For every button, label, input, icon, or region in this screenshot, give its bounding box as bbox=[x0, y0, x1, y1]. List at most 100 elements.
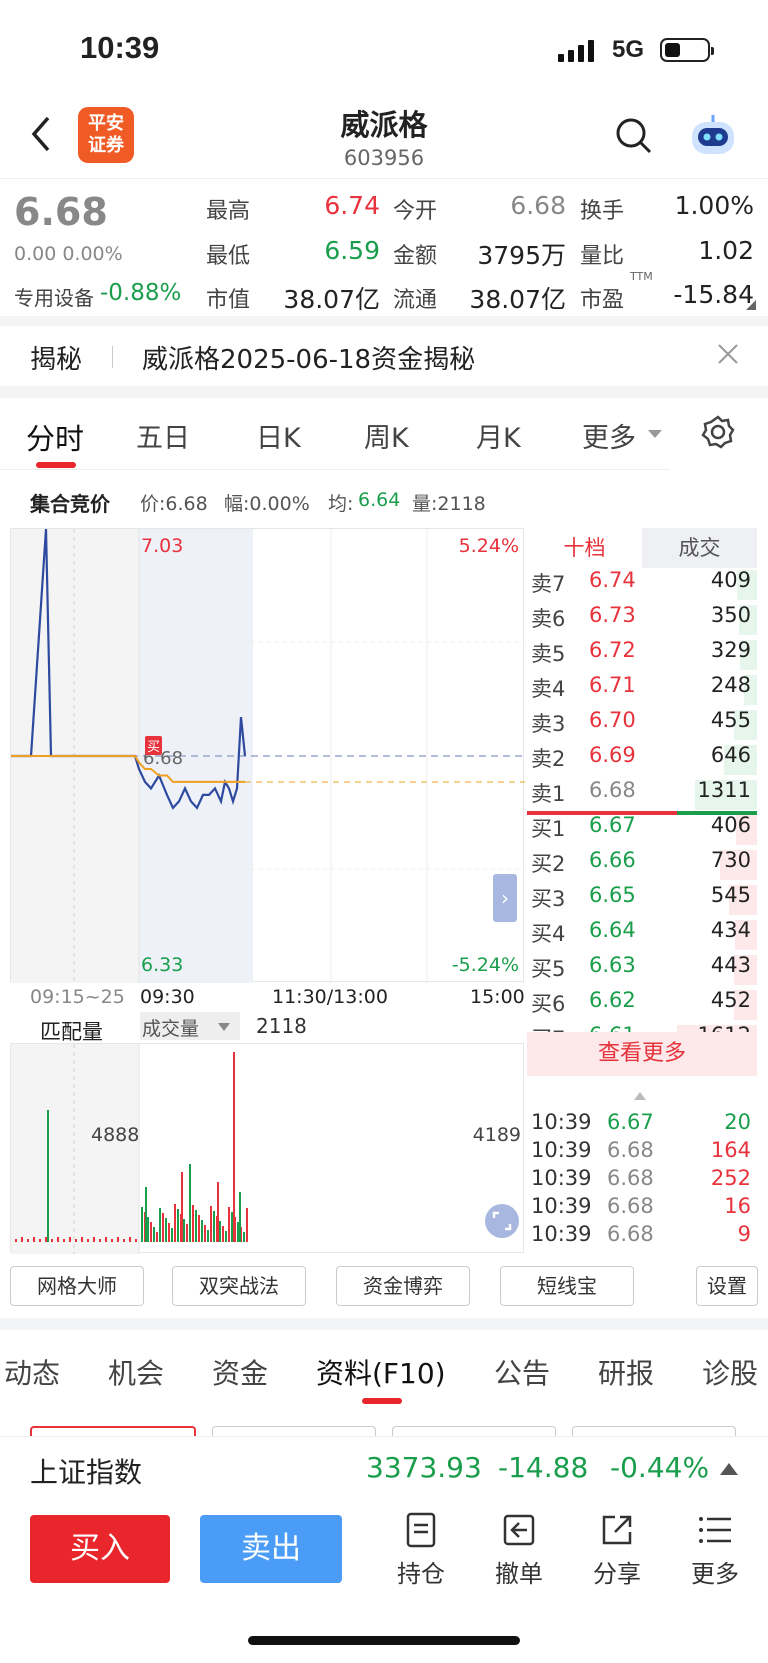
volume-bar bbox=[147, 1217, 149, 1242]
sell-button[interactable]: 卖出 bbox=[200, 1515, 342, 1583]
level-label: 买1 bbox=[531, 817, 566, 841]
status-bar: 10:39 5G bbox=[0, 0, 768, 100]
level-volume: 730 bbox=[710, 848, 751, 872]
volume-bar bbox=[129, 1237, 131, 1242]
index-ticker[interactable]: 上证指数 3373.93 -14.88 -0.44% bbox=[0, 1436, 768, 1500]
search-icon[interactable] bbox=[614, 116, 654, 156]
volume-bar bbox=[225, 1231, 227, 1242]
volume-bar bbox=[246, 1208, 248, 1242]
tool-short-line[interactable]: 短线宝 bbox=[500, 1266, 634, 1306]
signal-icon bbox=[558, 40, 598, 62]
trade-volume: 252 bbox=[710, 1166, 751, 1190]
level-volume: 409 bbox=[710, 568, 751, 592]
level-price: 6.67 bbox=[589, 813, 636, 837]
trade-time: 10:39 bbox=[531, 1138, 592, 1162]
caret-up-icon[interactable] bbox=[720, 1463, 738, 1475]
orderbook-row[interactable]: 买2 6.66 730 bbox=[527, 848, 757, 882]
holdings-button[interactable]: 持仓 bbox=[386, 1510, 456, 1589]
orderbook-row[interactable]: 买5 6.63 443 bbox=[527, 953, 757, 987]
level-volume: 452 bbox=[710, 988, 751, 1012]
tab-f10[interactable]: 资料(F10) bbox=[316, 1352, 446, 1392]
assistant-robot-icon[interactable] bbox=[688, 112, 738, 160]
close-icon[interactable] bbox=[716, 342, 740, 366]
auction-price: 价:6.68 bbox=[140, 493, 208, 515]
tab-five-day[interactable]: 五日 bbox=[136, 416, 190, 455]
tab-news[interactable]: 动态 bbox=[4, 1352, 60, 1392]
chart-tabs: 分时 五日 日K 周K 月K 更多 bbox=[0, 398, 768, 470]
orderbook-row[interactable]: 卖2 6.69 646 bbox=[527, 743, 757, 777]
network-type: 5G bbox=[612, 36, 645, 63]
settings-gear-icon[interactable] bbox=[700, 414, 736, 450]
fullscreen-icon[interactable] bbox=[485, 1204, 519, 1238]
level-volume: 1311 bbox=[697, 778, 751, 802]
tab-ten-levels[interactable]: 十档 bbox=[527, 528, 642, 568]
pct-high-label: 5.24% bbox=[458, 535, 519, 557]
buy-button[interactable]: 买入 bbox=[30, 1515, 170, 1583]
volume-selector[interactable]: 成交量 bbox=[140, 1012, 240, 1040]
level-price: 6.71 bbox=[589, 673, 636, 697]
tool-settings[interactable]: 设置 bbox=[696, 1266, 758, 1306]
view-more-button[interactable]: 查看更多 bbox=[527, 1032, 757, 1076]
volume-chart[interactable]: 4888 4189 bbox=[10, 1043, 524, 1254]
tab-monthly-k[interactable]: 月K bbox=[476, 416, 521, 455]
vol-right-label: 4189 bbox=[472, 1124, 521, 1146]
expand-arrow-button[interactable]: › bbox=[493, 874, 517, 922]
banner-tag: 揭秘 bbox=[30, 345, 83, 375]
intraday-chart[interactable]: 7.03 6.33 5.24% -5.24% 6.68 买 › bbox=[10, 528, 525, 983]
mktcap-value: 38.07亿 bbox=[283, 285, 380, 314]
match-volume-label: 匹配量 bbox=[40, 1020, 103, 1044]
current-price: 6.68 bbox=[14, 190, 108, 234]
tab-research[interactable]: 研报 bbox=[598, 1352, 654, 1392]
orderbook-row[interactable]: 买3 6.65 545 bbox=[527, 883, 757, 917]
tab-announcement[interactable]: 公告 bbox=[494, 1352, 550, 1392]
orderbook-row[interactable]: 卖5 6.72 329 bbox=[527, 638, 757, 672]
chevron-down-icon bbox=[648, 430, 662, 438]
info-banner[interactable]: 揭秘 威派格2025-06-18资金揭秘 bbox=[0, 326, 768, 386]
tab-diagnosis[interactable]: 诊股 bbox=[702, 1352, 758, 1392]
price-change: 0.00 0.00% bbox=[14, 243, 123, 265]
buy-marker: 买 bbox=[145, 736, 163, 755]
tab-funds[interactable]: 资金 bbox=[212, 1352, 268, 1392]
sector-label[interactable]: 专用设备 bbox=[14, 282, 94, 311]
volume-bar bbox=[181, 1172, 183, 1242]
trade-volume: 164 bbox=[710, 1138, 751, 1162]
expand-corner-icon[interactable] bbox=[746, 300, 756, 310]
tab-weekly-k[interactable]: 周K bbox=[364, 416, 409, 455]
orderbook-row[interactable]: 卖6 6.73 350 bbox=[527, 603, 757, 637]
orderbook-row[interactable]: 买1 6.67 406 bbox=[527, 813, 757, 847]
cancel-order-button[interactable]: 撤单 bbox=[484, 1510, 554, 1589]
trade-row: 10:39 6.68 164 bbox=[527, 1138, 757, 1166]
level-price: 6.62 bbox=[589, 988, 636, 1012]
volume-bar bbox=[150, 1222, 152, 1242]
orderbook-row[interactable]: 卖7 6.74 409 bbox=[527, 568, 757, 602]
orderbook-row[interactable]: 买4 6.64 434 bbox=[527, 918, 757, 952]
tab-daily-k[interactable]: 日K bbox=[256, 416, 301, 455]
tool-double-break[interactable]: 双突战法 bbox=[172, 1266, 306, 1306]
volume-bar bbox=[63, 1239, 65, 1242]
pe-label: 市盈 bbox=[580, 288, 625, 313]
orderbook-row[interactable]: 卖1 6.68 1311 bbox=[527, 778, 757, 812]
level-volume: 545 bbox=[710, 883, 751, 907]
trade-volume: 9 bbox=[737, 1222, 751, 1246]
orderbook-row[interactable]: 买6 6.62 452 bbox=[527, 988, 757, 1022]
tab-intraday[interactable]: 分时 bbox=[26, 416, 84, 458]
tool-fund-game[interactable]: 资金博弈 bbox=[336, 1266, 470, 1306]
share-button[interactable]: 分享 bbox=[582, 1510, 652, 1589]
tab-opportunity[interactable]: 机会 bbox=[108, 1352, 164, 1392]
tab-more[interactable]: 更多 bbox=[582, 416, 636, 455]
orderbook-row[interactable]: 卖3 6.70 455 bbox=[527, 708, 757, 742]
tool-grid-master[interactable]: 网格大师 bbox=[10, 1266, 144, 1306]
auction-vol: 量:2118 bbox=[412, 493, 486, 515]
more-button[interactable]: 更多 bbox=[680, 1510, 750, 1589]
tab-trades[interactable]: 成交 bbox=[642, 528, 757, 568]
level-price: 6.63 bbox=[589, 953, 636, 977]
banner-text: 威派格2025-06-18资金揭秘 bbox=[142, 345, 476, 375]
caret-up-icon bbox=[634, 1092, 646, 1100]
trade-price: 6.68 bbox=[607, 1194, 654, 1218]
auction-avg-label: 均: bbox=[328, 493, 354, 515]
level-price: 6.68 bbox=[589, 778, 636, 802]
level-price: 6.64 bbox=[589, 918, 636, 942]
orderbook-row[interactable]: 卖4 6.71 248 bbox=[527, 673, 757, 707]
home-indicator[interactable] bbox=[248, 1636, 520, 1645]
level-label: 卖3 bbox=[531, 712, 566, 736]
